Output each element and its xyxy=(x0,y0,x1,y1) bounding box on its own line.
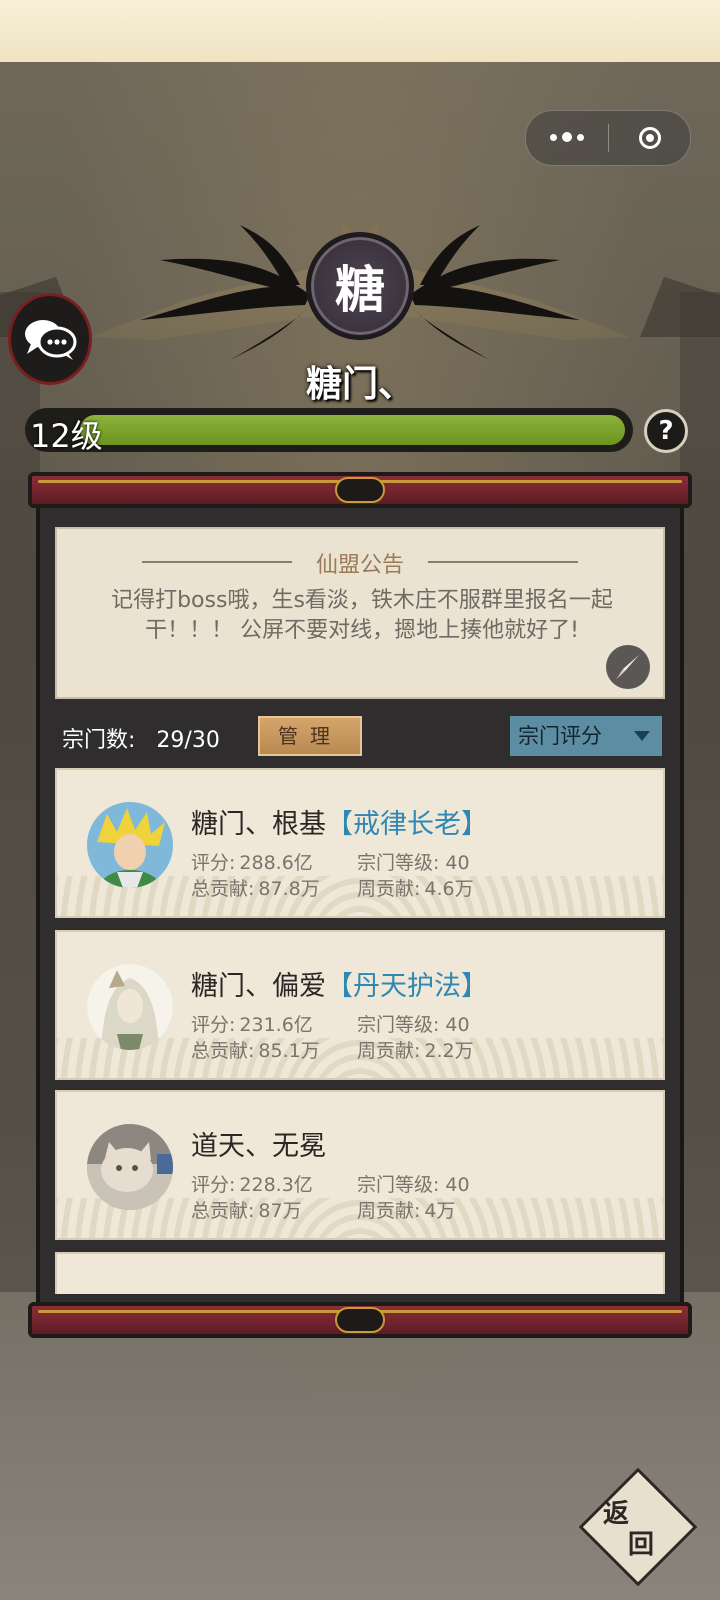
more-button[interactable] xyxy=(526,111,608,165)
back-label-1: 返 xyxy=(603,1499,630,1529)
member-count-value: 29/30 xyxy=(156,728,220,753)
close-target-icon xyxy=(638,127,661,149)
sect-level-label: 12级 xyxy=(30,417,103,455)
member-card[interactable]: 糖门、根基【戒律长老】 评分: 288.6亿 宗门等级: 40 总贡献: 87.8万 … xyxy=(55,768,665,918)
member-card[interactable]: 糖门、偏爱【丹天护法】 评分: 231.6亿 宗门等级: 40 总贡献: 85.1万 … xyxy=(55,930,665,1080)
status-strip xyxy=(0,0,720,62)
member-sect-level: 宗门等级: 40 xyxy=(357,1174,470,1196)
question-icon: ? xyxy=(658,416,674,446)
member-weekly-contribution: 周贡献: 2.2万 xyxy=(357,1040,474,1062)
member-name: 道天、无冕 xyxy=(191,1131,326,1162)
member-card[interactable]: 道天、无冕 评分: 228.3亿 宗门等级: 40 总贡献: 87万 周贡献: 4万 xyxy=(55,1090,665,1240)
member-weekly-contribution: 周贡献: 4.6万 xyxy=(357,878,474,900)
level-progress-fill xyxy=(80,415,625,445)
sort-label: 宗门评分 xyxy=(518,724,602,748)
sort-dropdown[interactable]: 宗门评分 xyxy=(510,716,662,756)
chevron-down-icon xyxy=(634,731,650,741)
member-total-contribution: 总贡献: 85.1万 xyxy=(191,1040,320,1062)
sect-emblem-char: 糖 xyxy=(335,260,385,319)
member-title: 【戒律长老】 xyxy=(326,809,488,840)
member-count-label: 宗门数: xyxy=(62,728,136,753)
frame-knot-top xyxy=(335,477,385,503)
pillar-right xyxy=(680,292,720,1292)
member-sect-level: 宗门等级: 40 xyxy=(357,852,470,874)
alliance-notice: 仙盟公告 记得打boss哦，生s看淡，铁木庄不服群里报名一起干！！！ 公屏不要对… xyxy=(55,527,665,699)
member-name: 糖门、根基【戒律长老】 xyxy=(191,809,488,840)
frame-knot-bottom xyxy=(335,1307,385,1333)
member-score: 评分: 288.6亿 xyxy=(191,852,313,874)
brush-icon xyxy=(616,655,639,679)
member-list[interactable]: 糖门、根基【戒律长老】 评分: 288.6亿 宗门等级: 40 总贡献: 87.8万 … xyxy=(55,768,665,1294)
edit-notice-button[interactable] xyxy=(606,645,650,689)
back-label-2: 回 xyxy=(628,1530,655,1560)
member-sect-level: 宗门等级: 40 xyxy=(357,1014,470,1036)
notice-text: 记得打boss哦，生s看淡，铁木庄不服群里报名一起干！！！ 公屏不要对线，摁地上… xyxy=(111,588,613,643)
sect-emblem: 糖 xyxy=(306,232,414,340)
member-total-contribution: 总贡献: 87.8万 xyxy=(191,878,320,900)
member-name: 糖门、偏爱【丹天护法】 xyxy=(191,971,488,1002)
manage-button[interactable]: 管理 xyxy=(258,716,362,756)
member-count: 宗门数: 29/30 xyxy=(62,722,220,754)
sect-level-bar xyxy=(25,408,633,452)
avatar xyxy=(87,964,173,1050)
member-weekly-contribution: 周贡献: 4万 xyxy=(357,1200,456,1222)
member-title: 【丹天护法】 xyxy=(326,971,488,1002)
avatar xyxy=(87,1124,173,1210)
member-score: 评分: 228.3亿 xyxy=(191,1174,313,1196)
member-card-partial[interactable] xyxy=(55,1252,665,1294)
help-button[interactable]: ? xyxy=(644,409,688,453)
member-score: 评分: 231.6亿 xyxy=(191,1014,313,1036)
notice-title: 仙盟公告 xyxy=(315,553,404,578)
close-button[interactable] xyxy=(609,111,690,165)
sect-name: 糖门、 xyxy=(305,364,414,405)
member-total-contribution: 总贡献: 87万 xyxy=(191,1200,302,1222)
avatar xyxy=(87,802,173,888)
more-dots-icon xyxy=(550,132,584,143)
mini-program-capsule xyxy=(525,110,691,166)
